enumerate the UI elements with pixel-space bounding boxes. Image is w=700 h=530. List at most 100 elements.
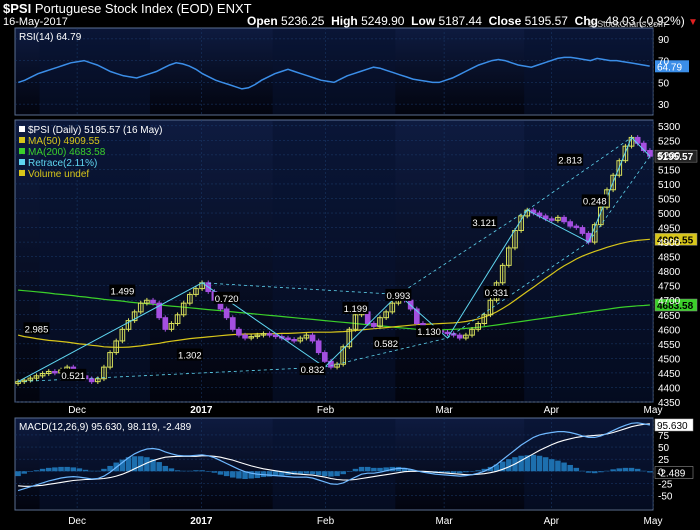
macd-histogram-bar xyxy=(236,471,242,479)
candle-body xyxy=(150,299,156,304)
macd-histogram-bar xyxy=(64,466,70,472)
candle-body xyxy=(444,331,451,335)
macd-histogram-bar xyxy=(628,467,635,472)
candle-body xyxy=(291,338,297,342)
x-axis-label-bottom: Mar xyxy=(435,516,453,527)
macd-histogram-bar xyxy=(555,460,561,472)
retrace-label: 1.130 xyxy=(417,327,441,338)
retrace-label: 3.121 xyxy=(472,218,496,229)
price-legend-item: Volume undef xyxy=(28,169,89,180)
price-tick-label: 4950 xyxy=(658,224,681,235)
candle-body xyxy=(309,334,316,342)
macd-histogram-bar xyxy=(469,471,475,472)
candle-body xyxy=(647,150,653,157)
macd-histogram-bar xyxy=(101,468,107,472)
retrace-label: 1.302 xyxy=(178,350,202,361)
price-tick-label: 4900 xyxy=(658,238,681,249)
candle-body xyxy=(285,337,291,340)
price-tick-label: 5200 xyxy=(658,151,681,162)
price-tick-label: 4650 xyxy=(658,311,681,322)
macd-histogram-bar xyxy=(52,467,58,472)
price-legend-item: $PSI (Daily) 5195.57 (16 May) xyxy=(28,125,163,136)
macd-histogram-bar xyxy=(530,454,537,472)
price-tick-label: 4850 xyxy=(658,253,681,264)
macd-histogram-bar xyxy=(193,470,199,472)
macd-histogram-bar xyxy=(168,468,175,472)
macd-tick-label: 0 xyxy=(658,467,664,478)
price-tick-label: 4450 xyxy=(658,369,681,380)
macd-histogram-bar xyxy=(76,468,83,472)
candle-body xyxy=(315,340,322,354)
candle-body xyxy=(223,308,230,319)
x-axis-label-bottom: Apr xyxy=(544,516,560,527)
rsi-tick-label: 90 xyxy=(658,35,670,46)
macd-tick-label: 50 xyxy=(658,443,670,454)
macd-histogram-bar xyxy=(223,471,230,477)
rsi-tick-label: 70 xyxy=(658,57,670,68)
macd-histogram-bar xyxy=(217,471,224,475)
retrace-label: 0.331 xyxy=(485,288,509,299)
macd-histogram-bar xyxy=(39,468,46,472)
macd-tick-label: -25 xyxy=(658,479,673,490)
price-tick-label: 5100 xyxy=(658,180,681,191)
macd-histogram-bar xyxy=(591,471,598,474)
month-shade xyxy=(524,29,653,114)
macd-histogram-bar xyxy=(506,459,512,472)
macd-histogram-bar xyxy=(352,468,359,472)
x-axis-label-bottom: 2017 xyxy=(190,516,213,527)
legend-swatch xyxy=(19,137,25,143)
macd-histogram-bar xyxy=(598,471,604,473)
price-legend-item: MA(200) 4683.58 xyxy=(28,147,106,158)
x-axis-label-top: Feb xyxy=(317,405,335,416)
macd-histogram-bar xyxy=(205,471,212,472)
price-tick-label: 4800 xyxy=(658,267,681,278)
rsi-legend: RSI(14) 64.79 xyxy=(19,32,82,43)
candle-body xyxy=(573,225,580,229)
macd-histogram-bar xyxy=(585,471,592,473)
legend-swatch xyxy=(19,159,25,165)
x-axis-label-bottom: May xyxy=(644,516,663,527)
macd-histogram-bar xyxy=(174,470,181,472)
macd-histogram-bar xyxy=(15,471,21,477)
macd-legend: MACD(12,26,9) 95.630, 98.119, -2.489 xyxy=(19,422,192,433)
candle-body xyxy=(229,317,236,330)
macd-histogram-bar xyxy=(230,471,236,478)
macd-histogram-bar xyxy=(82,469,89,472)
retrace-label: 0.521 xyxy=(61,371,85,382)
price-tick-label: 4550 xyxy=(658,340,681,351)
macd-histogram-bar xyxy=(328,471,334,477)
macd-histogram-bar xyxy=(622,467,629,472)
candle-body xyxy=(548,218,555,221)
macd-histogram-bar xyxy=(315,471,322,476)
macd-histogram-bar xyxy=(358,466,365,472)
macd-histogram-bar xyxy=(616,468,623,472)
macd-histogram-bar xyxy=(309,471,316,475)
x-axis-label-bottom: Feb xyxy=(317,516,335,527)
candle-body xyxy=(266,333,273,336)
candle-body xyxy=(456,334,463,339)
legend-swatch xyxy=(19,170,25,176)
x-axis-label-top: Dec xyxy=(68,405,86,416)
price-legend-item: Retrace(2.11%) xyxy=(28,158,97,169)
candle-body xyxy=(567,221,574,227)
macd-histogram-bar xyxy=(346,471,353,472)
macd-histogram-bar xyxy=(371,467,377,472)
macd-histogram-bar xyxy=(364,466,371,472)
macd-histogram-bar xyxy=(199,470,205,472)
month-shade xyxy=(272,29,396,114)
retrace-label: 0.582 xyxy=(374,339,398,350)
macd-histogram-bar xyxy=(647,471,653,473)
price-tick-label: 5250 xyxy=(658,136,681,147)
macd-tick-label: 75 xyxy=(658,431,670,442)
candle-body xyxy=(162,317,169,330)
macd-histogram-bar xyxy=(340,471,346,475)
macd-tick-label: 25 xyxy=(658,455,670,466)
macd-histogram-bar xyxy=(45,467,52,472)
macd-tick-label: -50 xyxy=(658,491,673,502)
rsi-tick-label: 30 xyxy=(658,100,670,111)
x-axis-label-top: 2017 xyxy=(190,405,213,416)
macd-histogram-bar xyxy=(334,471,340,477)
x-axis-label-top: Apr xyxy=(544,405,560,416)
price-tick-label: 5000 xyxy=(658,209,681,220)
macd-histogram-bar xyxy=(137,456,144,472)
